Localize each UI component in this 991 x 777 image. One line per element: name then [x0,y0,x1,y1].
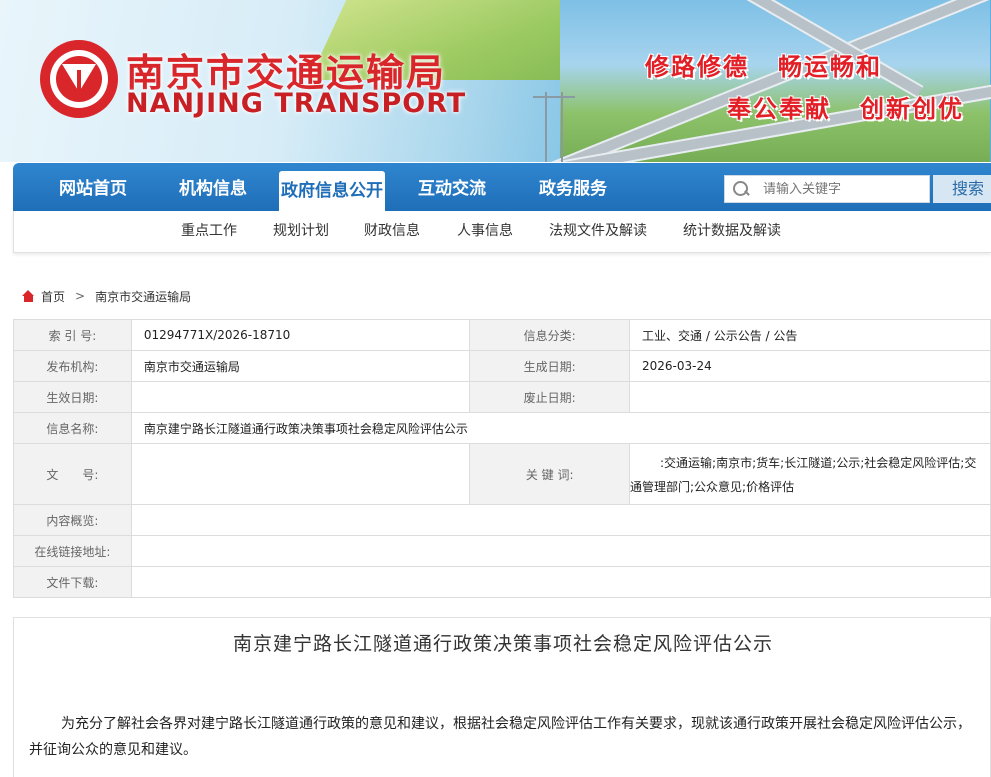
docno-value [130,443,471,505]
subnav-regulations[interactable]: 法规文件及解读 [549,211,647,251]
link-label: 在线链接地址: [13,535,132,567]
nav-gov-info-public[interactable]: 政府信息公开 [279,171,385,211]
nav-organization[interactable]: 机构信息 [179,163,247,211]
search-icon [725,175,755,203]
transport-logo-icon[interactable] [40,40,118,118]
article-title: 南京建宁路长江隧道通行政策决策事项社会稳定风险评估公示 [232,633,773,655]
index-label: 索 引 号: [13,319,132,351]
search-button[interactable]: 搜索 [933,175,991,203]
table-row: 文件下载: [13,566,991,598]
publisher-label: 发布机构: [13,350,132,382]
download-value [130,566,991,598]
download-label: 文件下载: [13,566,132,598]
breadcrumb-current[interactable]: 南京市交通运输局 [95,288,191,305]
summary-label: 内容概览: [13,504,132,536]
keywords-line-1: :交通运输;南京市;货车;长江隧道;公示;社会稳定风险评估;交 [660,456,977,470]
index-value: 01294771X/2026-18710 [130,319,471,351]
table-row: 发布机构: 南京市交通运输局 生成日期: 2026-03-24 [13,350,991,382]
abolish-label: 废止日期: [469,381,631,413]
info-table: 索 引 号: 01294771X/2026-18710 信息分类: 工业、交通 … [13,319,991,598]
subnav-personnel[interactable]: 人事信息 [457,211,513,251]
name-label: 信息名称: [13,412,132,444]
publisher-value: 南京市交通运输局 [130,350,471,382]
article-paragraph: 为充分了解社会各界对建宁路长江隧道通行政策的意见和建议，根据社会稳定风险评估工作… [29,716,971,758]
keywords-label: 关 键 词: [469,443,631,505]
main-nav: 网站首页 机构信息 政府信息公开 互动交流 政务服务 搜索 [13,163,991,211]
nav-home[interactable]: 网站首页 [59,163,127,211]
table-row: 索 引 号: 01294771X/2026-18710 信息分类: 工业、交通 … [13,319,991,351]
slogan-2: 畅运畅和 [778,53,882,81]
docno-label: 文 号: [13,443,132,505]
table-row: 内容概览: [13,504,991,536]
nav-interaction[interactable]: 互动交流 [418,163,486,211]
home-icon [22,290,35,302]
power-tower-graphic [533,92,575,162]
created-label: 生成日期: [469,350,631,382]
table-row: 文 号: 关 键 词: :交通运输;南京市;货车;长江隧道;公示;社会稳定风险评… [13,443,991,505]
table-row: 生效日期: 废止日期: [13,381,991,413]
article-panel: 南京建宁路长江隧道通行政策决策事项社会稳定风险评估公示 为充分了解社会各界对建宁… [13,617,991,777]
slogan-3: 奉公奉献 [727,95,831,123]
site-title-en: NANJING TRANSPORT [126,88,467,119]
effective-label: 生效日期: [13,381,132,413]
link-value [130,535,991,567]
name-value: 南京建宁路长江隧道通行政策决策事项社会稳定风险评估公示 [130,412,991,444]
table-row: 在线链接地址: [13,535,991,567]
subnav-key-work[interactable]: 重点工作 [181,211,237,251]
summary-value [130,504,991,536]
subnav-finance[interactable]: 财政信息 [364,211,420,251]
effective-value [130,381,471,413]
breadcrumb: 首页 > 南京市交通运输局 [22,287,191,305]
subnav-planning[interactable]: 规划计划 [273,211,329,251]
search-box [724,175,930,203]
table-row: 信息名称: 南京建宁路长江隧道通行政策决策事项社会稳定风险评估公示 [13,412,991,444]
nav-services[interactable]: 政务服务 [539,163,607,211]
created-value: 2026-03-24 [629,350,991,382]
slogan-4: 创新创优 [860,95,964,123]
sub-nav: 重点工作 规划计划 财政信息 人事信息 法规文件及解读 统计数据及解读 [13,211,991,253]
header-banner: 南京市交通运输局 NANJING TRANSPORT 修路修德 畅运畅和 奉公奉… [0,0,991,162]
abolish-value [629,381,991,413]
search-input[interactable] [755,181,925,197]
category-label: 信息分类: [469,319,631,351]
breadcrumb-home[interactable]: 首页 [41,288,65,305]
keywords-value: :交通运输;南京市;货车;长江隧道;公示;社会稳定风险评估;交 通管理部门;公众… [629,443,991,505]
subnav-statistics[interactable]: 统计数据及解读 [683,211,781,251]
chevron-right-icon: > [75,289,86,303]
keywords-line-2: 通管理部门;公众意见;价格评估 [630,480,795,494]
category-value: 工业、交通 / 公示公告 / 公告 [629,319,991,351]
slogan-1: 修路修德 [645,53,749,81]
